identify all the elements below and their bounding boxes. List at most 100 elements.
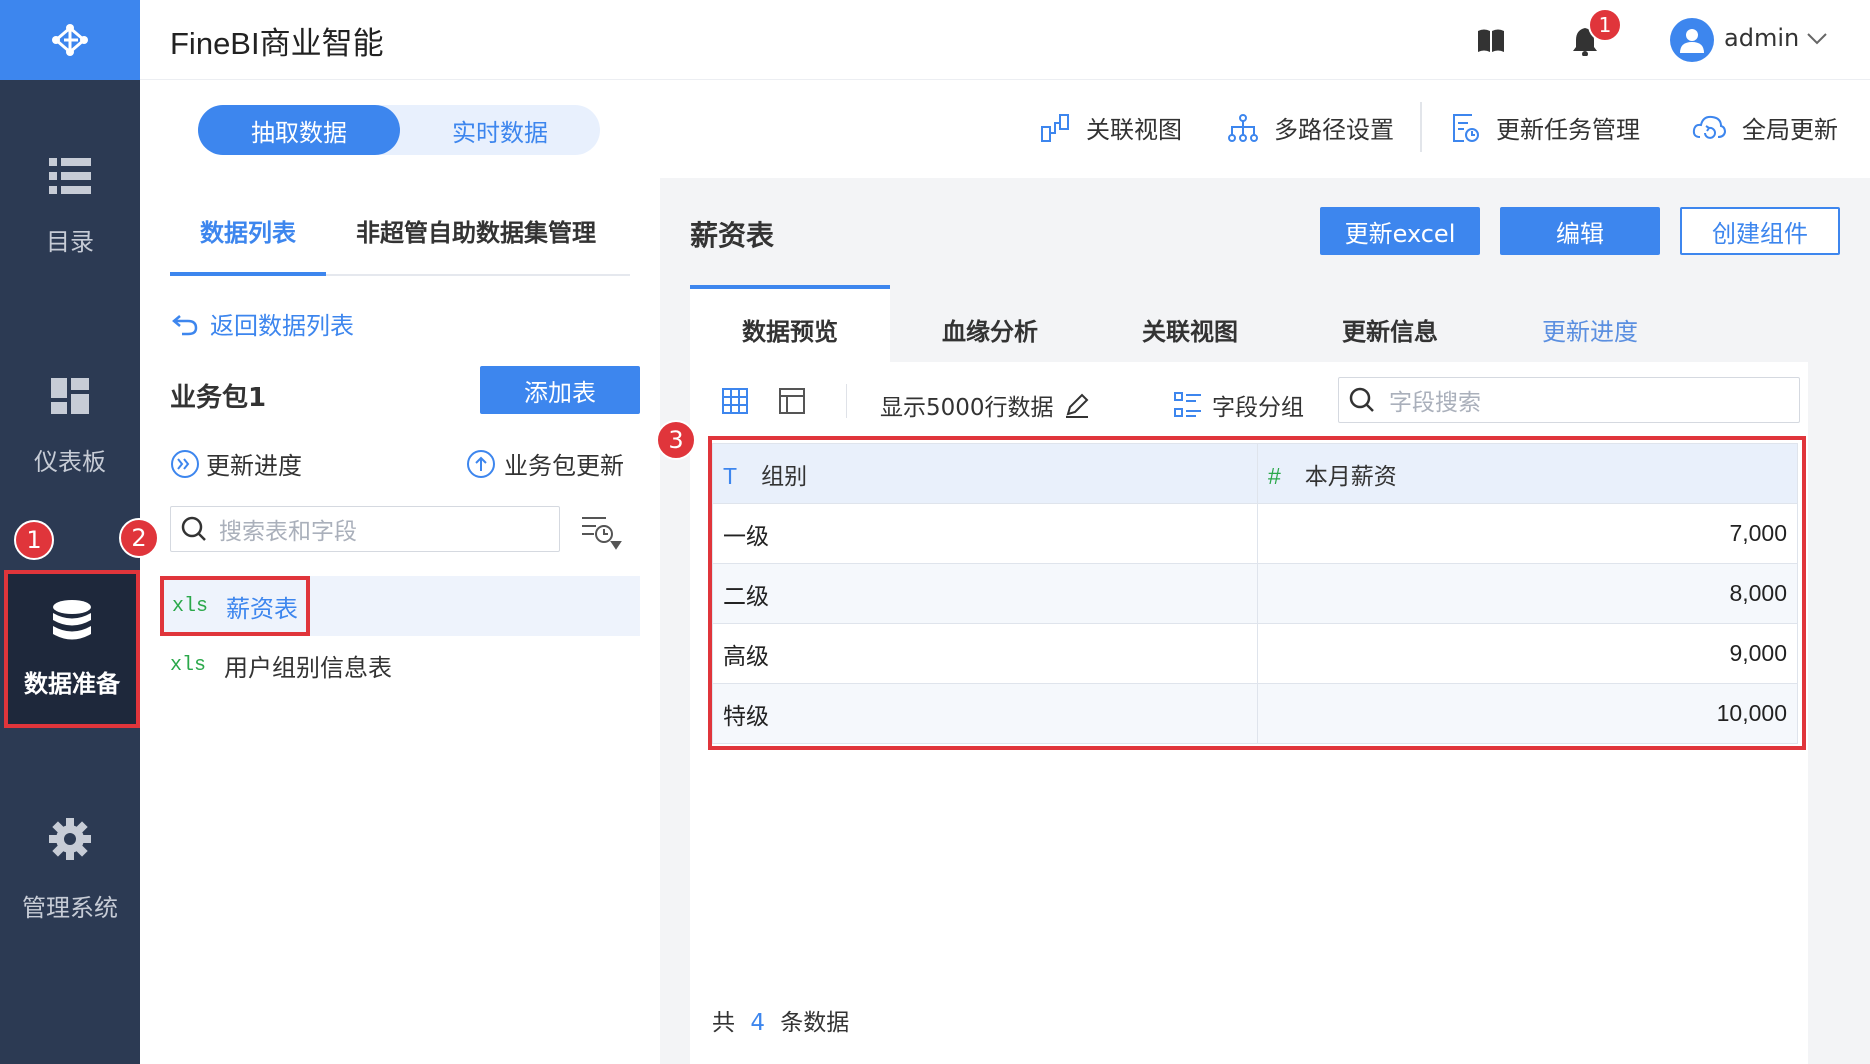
update-task-label: 更新任务管理 (1496, 116, 1640, 144)
update-task-button[interactable]: 更新任务管理 (1450, 110, 1640, 145)
table-row: 一级 7,000 (712, 503, 1798, 564)
book-icon[interactable] (1476, 28, 1506, 54)
package-name: 业务包1 (170, 383, 267, 413)
field-search-input[interactable]: 字段搜索 (1338, 377, 1800, 423)
username[interactable]: admin (1724, 24, 1799, 52)
search-icon (1349, 387, 1374, 412)
row-count: 共 4 条数据 (712, 1003, 849, 1037)
search-placeholder: 搜索表和字段 (219, 519, 357, 545)
task-refresh-icon (1453, 113, 1479, 142)
table-cell: 高级 (712, 623, 1258, 684)
row-count-suffix: 条数据 (780, 1010, 850, 1036)
toggle-realtime[interactable]: 实时数据 (400, 105, 600, 155)
update-excel-button[interactable]: 更新excel (1320, 207, 1480, 255)
global-update-button[interactable]: 全局更新 (1692, 110, 1838, 145)
multipath-button[interactable]: 多路径设置 (1228, 110, 1394, 145)
table-name: 用户组别信息表 (224, 654, 393, 682)
table-cell: 10,000 (1257, 683, 1798, 744)
list-item-salary-table[interactable]: xls 薪资表 (160, 576, 310, 636)
field-group-button[interactable]: 字段分组 (1174, 388, 1304, 422)
relation-view-button[interactable]: 关联视图 (1040, 110, 1182, 145)
tab-update-info[interactable]: 更新信息 (1342, 312, 1438, 347)
xls-icon: xls (170, 654, 207, 677)
edit-button[interactable]: 编辑 (1500, 207, 1660, 255)
chevron-down-icon[interactable] (1806, 32, 1828, 46)
field-search-placeholder: 字段搜索 (1389, 390, 1481, 416)
table-row: 特级 10,000 (712, 683, 1798, 744)
row-limit-setting[interactable]: 显示5000行数据 (880, 388, 1090, 422)
filter-history-icon[interactable] (580, 514, 622, 550)
global-update-label: 全局更新 (1742, 116, 1838, 144)
grid-view-icon[interactable] (722, 388, 748, 414)
row-count-prefix: 共 (712, 1010, 735, 1036)
cloud-refresh-icon (1692, 115, 1726, 139)
table-cell: 7,000 (1257, 503, 1798, 564)
table-cell: 9,000 (1257, 623, 1798, 684)
row-count-value: 4 (750, 1010, 765, 1036)
tab-relation-view[interactable]: 关联视图 (1142, 312, 1238, 347)
progress-icon (171, 449, 199, 478)
back-link-label: 返回数据列表 (210, 312, 354, 340)
app-title: FineBI商业智能 (170, 26, 384, 61)
list-icon (49, 158, 91, 194)
column-header[interactable]: # 本月薪资 (1257, 443, 1798, 504)
toggle-extract[interactable]: 抽取数据 (198, 105, 400, 155)
multipath-label: 多路径设置 (1274, 116, 1394, 144)
add-table-button[interactable]: 添加表 (480, 366, 640, 414)
layout-view-icon[interactable] (779, 388, 805, 414)
nav-label: 管理系统 (22, 894, 118, 922)
list-item-user-group-table[interactable]: xls 用户组别信息表 (170, 648, 392, 683)
nav-label: 目录 (46, 228, 94, 256)
toolbar-divider (846, 384, 847, 418)
toolbar-divider (1420, 102, 1422, 152)
tab-lineage[interactable]: 血缘分析 (942, 312, 1038, 347)
upload-refresh-icon (467, 449, 495, 478)
hierarchy-icon (1228, 113, 1258, 142)
package-update-link[interactable]: 业务包更新 (466, 446, 624, 481)
gear-icon (49, 818, 91, 860)
relation-view-icon (1041, 113, 1069, 142)
tab-active-indicator (170, 272, 326, 276)
tab-update-progress[interactable]: 更新进度 (1542, 312, 1638, 347)
update-progress-link[interactable]: 更新进度 (170, 446, 302, 481)
nav-item-admin[interactable]: 管理系统 (0, 818, 140, 923)
back-link[interactable]: 返回数据列表 (172, 306, 354, 341)
row-limit-label: 显示5000行数据 (880, 395, 1054, 421)
create-component-button[interactable]: 创建组件 (1680, 207, 1840, 255)
step-marker: 2 (119, 518, 159, 558)
column-header[interactable]: T 组别 (712, 443, 1258, 504)
package-update-label: 业务包更新 (504, 452, 624, 480)
number-type-icon: # (1268, 462, 1281, 489)
xls-icon: xls (172, 594, 209, 618)
notification-badge: 1 (1588, 8, 1622, 42)
data-preview-table: T 组别 # 本月薪资 一级 7,000 二级 8,000 高级 9,000 特级 … (712, 443, 1798, 744)
column-name: 组别 (761, 462, 808, 489)
back-arrow-icon (172, 314, 198, 335)
table-search-input[interactable]: 搜索表和字段 (170, 506, 560, 552)
dashboard-icon (51, 378, 89, 414)
avatar[interactable] (1670, 18, 1714, 62)
table-name: 薪资表 (226, 594, 299, 623)
logo[interactable] (0, 0, 140, 80)
finebi-logo-icon (52, 24, 88, 56)
field-group-icon (1174, 392, 1201, 417)
tab-data-preview[interactable]: 数据预览 (742, 312, 838, 347)
database-icon (53, 599, 91, 639)
pencil-icon (1065, 393, 1088, 418)
table-row: 二级 8,000 (712, 563, 1798, 624)
nav-item-data-prep[interactable]: 数据准备 (4, 570, 140, 728)
user-icon (1680, 29, 1704, 53)
step-marker: 1 (14, 520, 54, 560)
nav-item-dashboard[interactable]: 仪表板 (0, 378, 140, 477)
field-group-label: 字段分组 (1212, 395, 1304, 421)
table-cell: 8,000 (1257, 563, 1798, 624)
table-cell: 二级 (712, 563, 1258, 624)
tab-dataset-management[interactable]: 非超管自助数据集管理 (356, 213, 596, 248)
text-type-icon: T (723, 462, 738, 489)
step-marker: 3 (656, 420, 696, 460)
relation-view-label: 关联视图 (1086, 116, 1182, 144)
nav-item-catalog[interactable]: 目录 (0, 158, 140, 257)
search-icon (181, 516, 206, 541)
table-cell: 特级 (712, 683, 1258, 744)
tab-data-list[interactable]: 数据列表 (200, 213, 296, 248)
